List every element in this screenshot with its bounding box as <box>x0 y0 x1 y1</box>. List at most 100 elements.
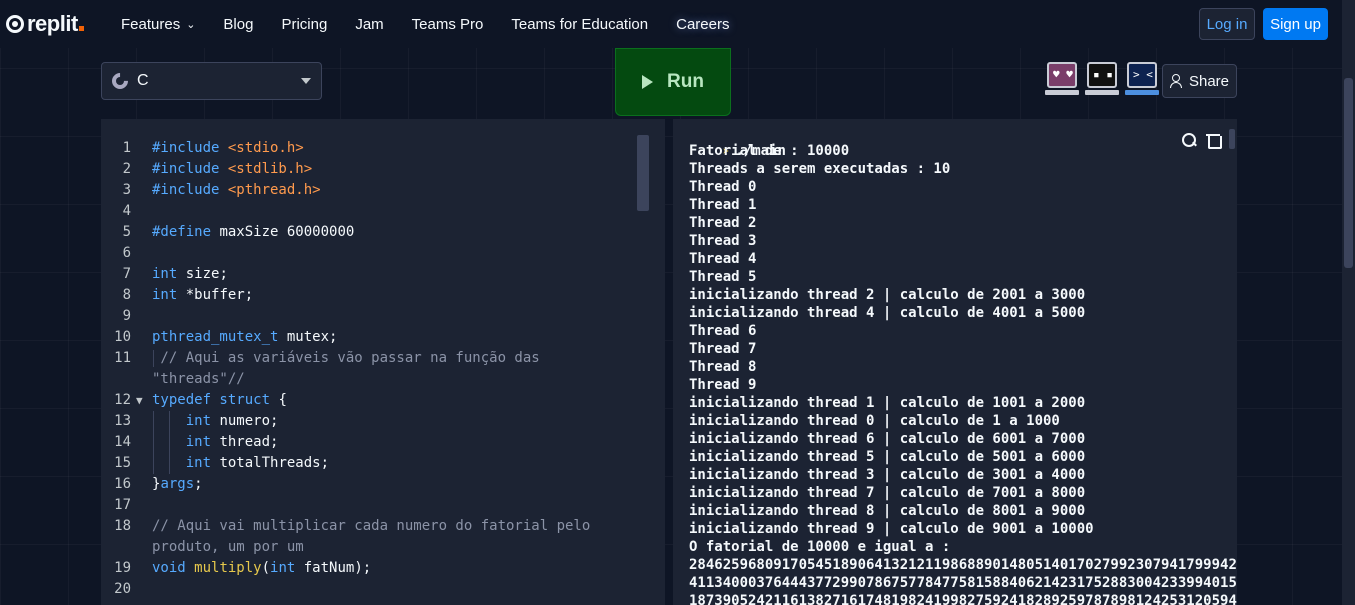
gutter-spacer <box>131 222 152 243</box>
code-line[interactable]: "threads"// <box>101 369 641 390</box>
run-button[interactable]: Run <box>615 48 731 116</box>
code-token: <pthread.h> <box>227 182 321 198</box>
code-line[interactable]: 17 <box>101 495 641 516</box>
code-line[interactable]: 6 <box>101 243 641 264</box>
code-token: int <box>152 266 178 282</box>
code-line[interactable]: 15 int totalThreads; <box>101 453 641 474</box>
fold-toggle-icon[interactable]: ▼ <box>131 390 152 411</box>
gutter-spacer <box>131 201 152 222</box>
code-line[interactable]: 7 int size; <box>101 264 641 285</box>
nav-features-label: Features <box>121 15 181 33</box>
code-token: maxSize 60000000 <box>219 224 355 240</box>
nav-features[interactable]: Features ⌄ <box>121 16 195 33</box>
page-scrollbar-thumb[interactable] <box>1344 78 1353 268</box>
console-line: Threads a serem executadas : 10 <box>689 161 951 177</box>
code-line[interactable]: 19 void multiply(int fatNum); <box>101 558 641 579</box>
avatar-screen: ♥ ♥ <box>1047 62 1077 88</box>
code-token: produto, um por um <box>152 539 304 555</box>
avatar[interactable]: > < <box>1125 62 1159 96</box>
code-line[interactable]: 5 #define maxSize 60000000 <box>101 222 641 243</box>
share-label: Share <box>1188 72 1230 90</box>
gutter-spacer <box>131 495 152 516</box>
gutter-spacer <box>131 537 152 558</box>
console-line: Thread 0 <box>689 179 757 195</box>
code-line[interactable]: 4 <box>101 201 641 222</box>
code-text: }args; <box>152 474 203 495</box>
code-line[interactable]: 3 #include <pthread.h> <box>101 180 641 201</box>
code-line[interactable]: 12 ▼ typedef struct { <box>101 390 641 411</box>
code-line[interactable]: 1 #include <stdio.h> <box>101 138 641 159</box>
line-number: 11 <box>114 350 131 366</box>
code-token: { <box>270 392 287 408</box>
gutter-spacer <box>131 432 152 453</box>
nav-blog[interactable]: Blog <box>223 16 253 33</box>
code-line[interactable]: 14 int thread; <box>101 432 641 453</box>
line-number <box>101 369 131 390</box>
gutter-spacer <box>131 306 152 327</box>
code-token: int <box>270 560 296 576</box>
code-token: #include <box>152 182 228 198</box>
console-line: Thread 6 <box>689 323 757 339</box>
replit-logo[interactable]: replit <box>6 11 106 37</box>
login-button[interactable]: Log in <box>1199 8 1255 40</box>
gutter-spacer <box>131 159 152 180</box>
nav-teams-pro[interactable]: Teams Pro <box>412 16 484 33</box>
code-token: fatNum); <box>295 560 372 576</box>
avatar[interactable]: ▪ ▪ <box>1085 62 1119 96</box>
line-number: 17 <box>114 497 131 513</box>
nav-pricing[interactable]: Pricing <box>281 16 327 33</box>
console-output[interactable]: ➤ ./main Fatorial de : 10000 Threads a ser… <box>673 119 1237 605</box>
avatar-face: > < <box>1133 68 1153 81</box>
gutter-spacer <box>131 369 152 390</box>
console-command-line: ➤ ./main <box>689 124 786 159</box>
code-line[interactable]: 13 int numero; <box>101 411 641 432</box>
console-scrollbar-thumb[interactable] <box>1229 129 1235 149</box>
gutter-spacer <box>131 474 152 495</box>
line-number: 14 <box>114 434 131 450</box>
share-button[interactable]: Share <box>1162 64 1237 98</box>
indent-guide <box>169 411 170 474</box>
code-editor[interactable]: 1 #include <stdio.h> 2 #include <stdlib.h> 3… <box>101 119 665 605</box>
console-line: inicializando thread 7 | calculo de 7001… <box>689 485 1086 501</box>
code-token: numero; <box>211 413 279 429</box>
code-line[interactable]: 18 // Aqui vai multiplicar cada numero do… <box>101 516 641 537</box>
code-token: totalThreads; <box>211 455 330 471</box>
avatar-screen: > < <box>1127 62 1157 88</box>
code-token: ( <box>261 560 271 576</box>
code-line[interactable]: 8 int *buffer; <box>101 285 641 306</box>
avatar[interactable]: ♥ ♥ <box>1045 62 1079 96</box>
nav-jam[interactable]: Jam <box>355 16 383 33</box>
nav-careers[interactable]: Careers <box>676 16 729 33</box>
code-line[interactable]: produto, um por um <box>101 537 641 558</box>
code-line[interactable]: 10 pthread_mutex_t mutex; <box>101 327 641 348</box>
language-select[interactable]: C <box>101 62 322 100</box>
trash-icon[interactable] <box>1205 132 1222 149</box>
console-line: Thread 9 <box>689 377 757 393</box>
page-scrollbar[interactable] <box>1342 0 1355 605</box>
console-line: inicializando thread 3 | calculo de 3001… <box>689 467 1086 483</box>
gutter-spacer <box>131 180 152 201</box>
code-token: *buffer; <box>177 287 254 303</box>
code-line[interactable]: 20 <box>101 579 641 600</box>
line-number: 3 <box>122 182 131 198</box>
code-text: "threads"// <box>152 369 245 390</box>
signup-button[interactable]: Sign up <box>1263 8 1328 40</box>
code-line[interactable]: 9 <box>101 306 641 327</box>
code-text: // Aqui vai multiplicar cada numero do f… <box>152 516 590 537</box>
gutter-spacer <box>131 453 152 474</box>
nav-teams-for-education[interactable]: Teams for Education <box>511 16 648 33</box>
code-line[interactable]: 2 #include <stdlib.h> <box>101 159 641 180</box>
code-token: int <box>185 413 212 429</box>
run-label: Run <box>667 71 704 92</box>
code-token: // Aqui vai multiplicar cada numero do f… <box>152 518 591 534</box>
search-icon[interactable] <box>1181 132 1197 148</box>
code-line[interactable]: 16}args; <box>101 474 641 495</box>
line-number: 10 <box>114 329 131 345</box>
code-line[interactable]: 11 // Aqui as variáveis vão passar na fu… <box>101 348 641 369</box>
console-line: Thread 8 <box>689 359 757 375</box>
code-token: ; <box>194 476 203 492</box>
avatar-base <box>1085 90 1119 95</box>
top-nav: replit Features ⌄ Blog Pricing Jam Teams… <box>0 0 1342 48</box>
line-number: 2 <box>122 161 131 177</box>
